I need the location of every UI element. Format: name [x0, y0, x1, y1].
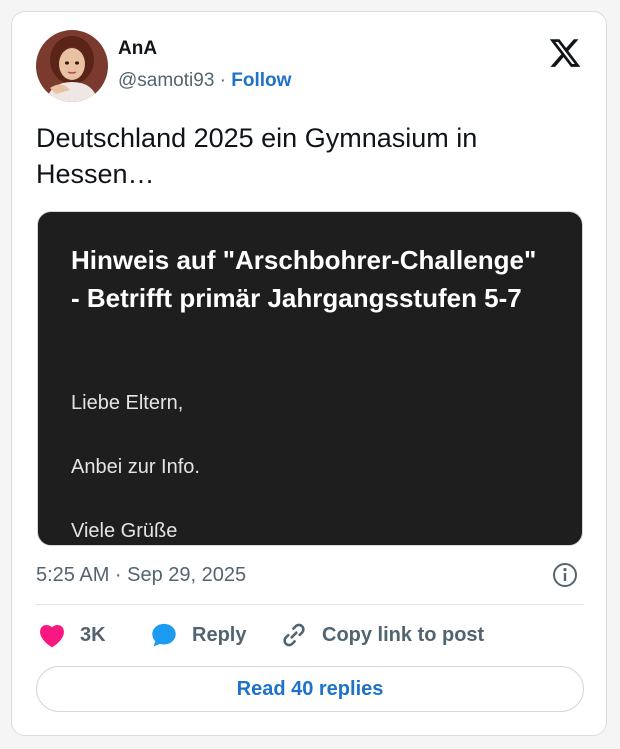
- read-replies-button[interactable]: Read 40 replies: [36, 666, 584, 712]
- author-name[interactable]: AnA: [118, 38, 157, 60]
- author-handle-row: @samoti93 · Follow: [118, 70, 291, 92]
- media-body: Anbei zur Info.: [71, 456, 200, 478]
- media-closing: Viele Grüße: [71, 520, 178, 542]
- tweet-timestamp[interactable]: 5:25 AM · Sep 29, 2025: [36, 564, 246, 587]
- reply-label: Reply: [192, 623, 247, 646]
- reply-bubble-icon: [152, 623, 176, 647]
- divider: [36, 604, 584, 605]
- info-icon[interactable]: [552, 562, 578, 588]
- avatar[interactable]: [36, 30, 108, 102]
- media-greeting: Liebe Eltern,: [71, 392, 184, 414]
- copy-link-button[interactable]: Copy link to post: [280, 620, 484, 650]
- follow-link[interactable]: Follow: [231, 70, 291, 91]
- author-handle[interactable]: @samoti93: [118, 70, 214, 91]
- separator-dot: ·: [219, 70, 226, 91]
- reply-button[interactable]: Reply: [150, 620, 246, 650]
- heart-icon: [40, 624, 64, 648]
- tweet-text: Deutschland 2025 ein Gymnasium in Hessen…: [36, 123, 478, 189]
- copy-link-label: Copy link to post: [322, 623, 485, 646]
- link-icon: [283, 623, 305, 647]
- x-logo-icon[interactable]: [548, 36, 582, 70]
- media-title: Hinweis auf "Arschbohrer-Challenge" - Be…: [71, 245, 537, 313]
- like-count: 3K: [80, 623, 106, 646]
- tweet-card: AnA @samoti93 · Follow Deutschland 2025 …: [11, 11, 607, 736]
- like-button[interactable]: 3K: [38, 620, 106, 650]
- tweet-media-image[interactable]: Hinweis auf "Arschbohrer-Challenge" - Be…: [37, 211, 583, 546]
